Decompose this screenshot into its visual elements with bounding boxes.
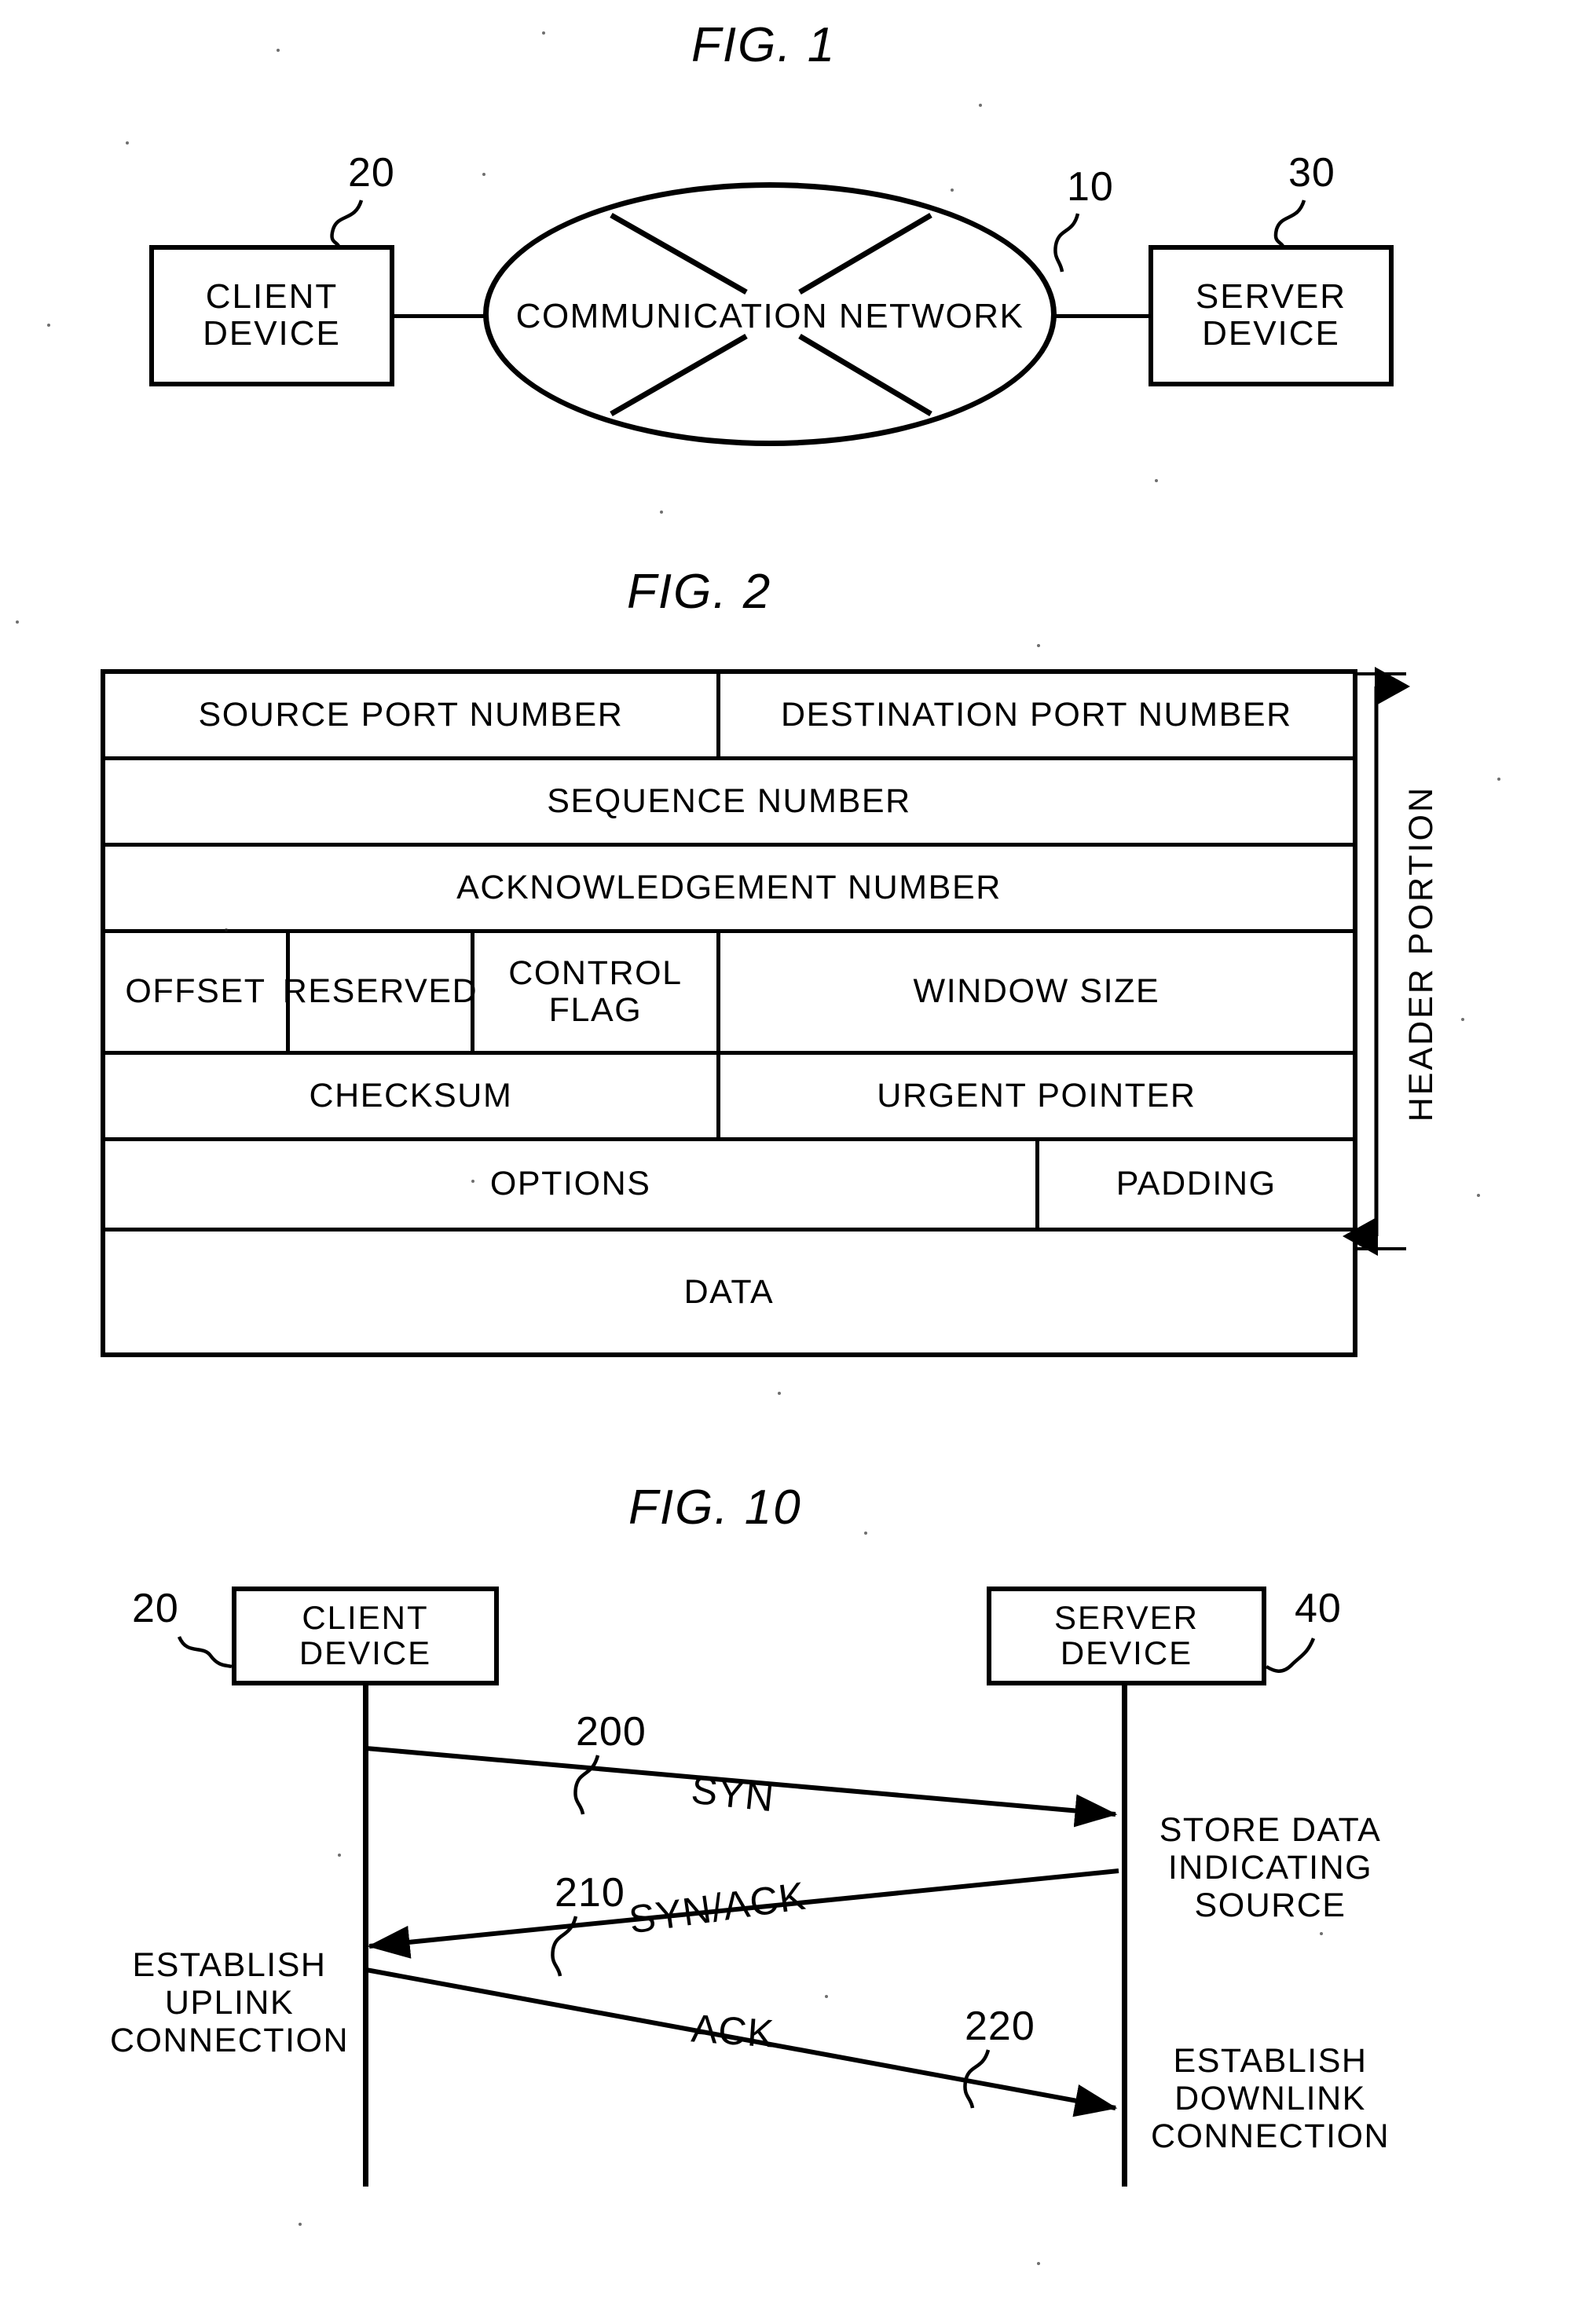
tcp-header-row: DATA bbox=[105, 1232, 1353, 1354]
fig10-server-lifeline bbox=[1122, 1685, 1127, 2187]
fig10-message-label-ack: ACK bbox=[690, 2006, 776, 2056]
tcp-header-field: OFFSET bbox=[105, 933, 291, 1051]
fig1-wire-client-network bbox=[393, 314, 487, 318]
scan-speck bbox=[979, 104, 982, 107]
tcp-header-field: CONTROL FLAG bbox=[474, 933, 720, 1051]
fig1-server-device-box: SERVER DEVICE bbox=[1149, 245, 1394, 386]
fig10-message-ref-220: 220 bbox=[965, 2004, 1035, 2049]
scan-speck bbox=[825, 1995, 828, 1998]
fig10-server-ref: 40 bbox=[1295, 1586, 1342, 1631]
fig10-client-line2: DEVICE bbox=[299, 1634, 432, 1671]
fig2-title: FIG. 2 bbox=[627, 565, 772, 619]
scan-speck bbox=[277, 49, 280, 52]
tcp-header-field: ACKNOWLEDGEMENT NUMBER bbox=[456, 868, 1002, 906]
tcp-header-field: RESERVED bbox=[283, 933, 477, 1051]
fig10-server-line1: SERVER bbox=[1054, 1599, 1199, 1637]
tcp-header-row: SOURCE PORT NUMBER DESTINATION PORT NUMBE… bbox=[105, 674, 1353, 760]
header-portion-dimension bbox=[1343, 667, 1411, 1256]
fig1-client-ref: 20 bbox=[348, 150, 395, 196]
fig10-client-line1: CLIENT bbox=[302, 1599, 429, 1637]
fig1-network-label: COMMUNICATION NETWORK bbox=[515, 297, 1024, 335]
fig10-client-lifeline bbox=[363, 1685, 368, 2187]
tcp-header-row: ACKNOWLEDGEMENT NUMBER bbox=[105, 847, 1353, 933]
fig1-server-line2: DEVICE bbox=[1202, 314, 1340, 353]
tcp-header-field: DATA bbox=[683, 1273, 775, 1312]
fig10-message-ref-210: 210 bbox=[555, 1870, 625, 1916]
fig10-note-store-data: STORE DATA INDICATING SOURCE bbox=[1159, 1811, 1382, 1925]
tcp-header-row: CHECKSUM URGENT POINTER bbox=[105, 1055, 1353, 1141]
tcp-header-field: SOURCE PORT NUMBER bbox=[105, 674, 720, 756]
fig10-server-device-box: SERVER DEVICE bbox=[987, 1587, 1266, 1685]
fig1-server-line1: SERVER bbox=[1195, 277, 1347, 317]
tcp-header-row: OFFSET RESERVED CONTROL FLAG WINDOW SIZE bbox=[105, 933, 1353, 1055]
fig10-client-ref: 20 bbox=[132, 1586, 179, 1631]
scan-speck bbox=[299, 2223, 302, 2226]
fig1-server-ref: 30 bbox=[1288, 150, 1335, 196]
tcp-header-field: URGENT POINTER bbox=[877, 1076, 1196, 1114]
scan-speck bbox=[47, 324, 50, 327]
fig10-message-label-syn: SYN bbox=[689, 1767, 777, 1821]
scan-speck bbox=[1037, 644, 1040, 647]
fig1-client-line1: CLIENT bbox=[205, 277, 339, 317]
scan-speck bbox=[1037, 2262, 1040, 2265]
scan-speck bbox=[126, 141, 129, 145]
fig10-note-establish-uplink: ESTABLISH UPLINK CONNECTION bbox=[109, 1946, 350, 2060]
scan-speck bbox=[338, 1854, 341, 1857]
scan-speck bbox=[1461, 1018, 1464, 1021]
fig1-client-line2: DEVICE bbox=[203, 314, 341, 353]
tcp-header-row: SEQUENCE NUMBER bbox=[105, 760, 1353, 847]
tcp-header-row: OPTIONS PADDING bbox=[105, 1141, 1353, 1232]
scan-speck bbox=[778, 1392, 781, 1395]
tcp-header-field: SEQUENCE NUMBER bbox=[547, 781, 911, 820]
scan-speck bbox=[864, 1532, 867, 1535]
fig10-note-establish-downlink: ESTABLISH DOWNLINK CONNECTION bbox=[1150, 2042, 1390, 2156]
tcp-header-field: DESTINATION PORT NUMBER bbox=[781, 695, 1292, 734]
patent-drawing-sheet: FIG. 1 CLIENT DEVICE 20 COMMUNICATION NE… bbox=[0, 0, 1579, 2324]
scan-speck bbox=[1497, 778, 1500, 781]
header-portion-label: HEADER PORTION bbox=[1402, 785, 1440, 1122]
fig10-title: FIG. 10 bbox=[628, 1480, 802, 1535]
fig10-client-device-box: CLIENT DEVICE bbox=[232, 1587, 499, 1685]
fig10-message-label-synack: SYN/ACK bbox=[626, 1873, 809, 1942]
scan-speck bbox=[1477, 1194, 1480, 1197]
scan-speck bbox=[1320, 1932, 1323, 1935]
scan-speck bbox=[482, 173, 485, 176]
tcp-header-field: OPTIONS bbox=[105, 1141, 1040, 1228]
scan-speck bbox=[542, 31, 545, 35]
tcp-header-field: WINDOW SIZE bbox=[913, 972, 1160, 1011]
scan-speck bbox=[225, 928, 228, 931]
scan-speck bbox=[16, 620, 19, 624]
scan-speck bbox=[660, 511, 663, 514]
scan-speck bbox=[471, 1180, 474, 1183]
fig1-title: FIG. 1 bbox=[691, 18, 837, 72]
fig1-wire-network-server bbox=[1055, 314, 1149, 318]
scan-speck bbox=[1155, 479, 1158, 482]
tcp-header-table: SOURCE PORT NUMBER DESTINATION PORT NUMBE… bbox=[101, 669, 1357, 1357]
tcp-header-field: PADDING bbox=[1116, 1165, 1277, 1203]
fig10-server-line2: DEVICE bbox=[1060, 1634, 1193, 1671]
scan-speck bbox=[951, 188, 954, 192]
tcp-header-field: CHECKSUM bbox=[105, 1055, 720, 1137]
fig1-client-device-box: CLIENT DEVICE bbox=[149, 245, 394, 386]
fig10-message-ref-200: 200 bbox=[576, 1709, 647, 1755]
fig1-network-ref: 10 bbox=[1067, 164, 1114, 210]
